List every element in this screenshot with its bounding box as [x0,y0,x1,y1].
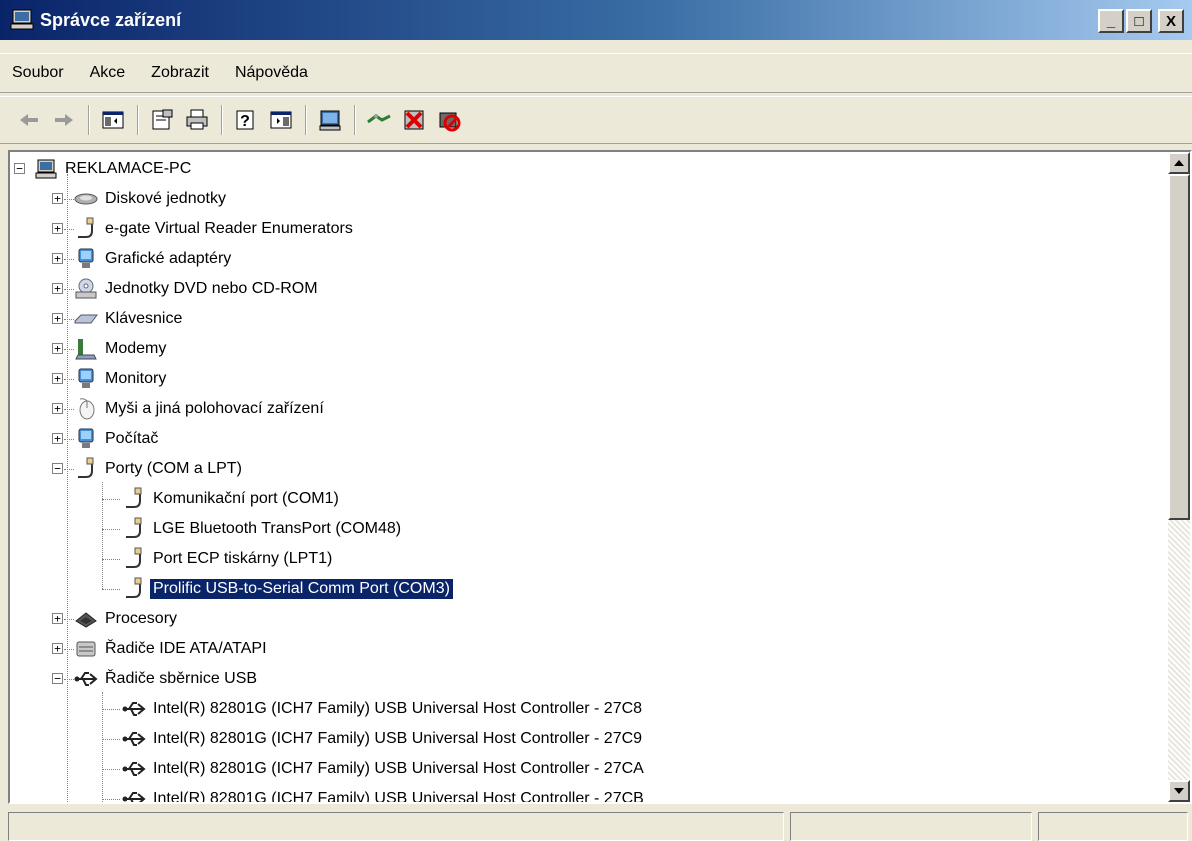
usb-icon [122,727,146,751]
menu-akce[interactable]: Akce [77,64,139,82]
expand-icon[interactable]: + [52,403,63,414]
device-tree: − REKLAMACE-PC + Diskové jednotky + e-ga… [10,152,1166,802]
keyboard-icon [74,307,98,331]
usb-icon [122,787,146,802]
tree-category-usb[interactable]: − Řadiče sběrnice USB [52,664,260,694]
help-icon[interactable]: ? [231,105,261,135]
port-icon [74,457,98,481]
title-bar: Správce zařízení _ □ X [0,0,1192,40]
print-icon[interactable] [182,105,212,135]
expand-icon[interactable]: + [52,613,63,624]
expand-icon[interactable]: + [52,283,63,294]
tree-item-usb-27c8[interactable]: Intel(R) 82801G (ICH7 Family) USB Univer… [102,694,645,724]
computer-icon [34,157,58,181]
expand-icon[interactable]: + [52,253,63,264]
collapse-icon[interactable]: − [52,673,63,684]
tree-category-processors[interactable]: + Procesory [52,604,180,634]
tree-item-usb-27ca[interactable]: Intel(R) 82801G (ICH7 Family) USB Univer… [102,754,647,784]
toolbar-separator [88,105,90,135]
mouse-icon [74,397,98,421]
expand-icon[interactable]: + [52,643,63,654]
uninstall-icon[interactable] [399,105,429,135]
update-driver-icon[interactable] [364,105,394,135]
svg-text:?: ? [240,113,250,130]
status-pane-middle [790,812,1032,841]
minimize-button[interactable]: _ [1098,9,1124,33]
menu-zobrazit[interactable]: Zobrazit [138,64,222,82]
tree-item-com1[interactable]: Komunikační port (COM1) [102,484,342,514]
tree-category-modems[interactable]: + Modemy [52,334,169,364]
scroll-up-button[interactable] [1168,152,1190,174]
expand-icon[interactable]: + [52,433,63,444]
tree-category-ide[interactable]: + Řadiče IDE ATA/ATAPI [52,634,270,664]
close-button[interactable]: X [1158,9,1184,33]
tree-category-monitors[interactable]: + Monitory [52,364,169,394]
forward-icon[interactable] [49,105,79,135]
tree-category-disk-drives[interactable]: + Diskové jednotky [52,184,229,214]
toolbar: ? [0,96,1192,144]
expand-icon[interactable]: + [52,223,63,234]
show-hide-action-pane-icon[interactable] [266,105,296,135]
expand-icon[interactable]: + [52,343,63,354]
menu-napoveda[interactable]: Nápověda [222,64,321,82]
tree-category-ports[interactable]: − Porty (COM a LPT) [52,454,245,484]
usb-icon [74,667,98,691]
port-icon [122,487,146,511]
usb-icon [122,757,146,781]
scan-hardware-icon[interactable] [315,105,345,135]
tree-root-label: REKLAMACE-PC [65,160,192,177]
collapse-icon[interactable]: − [14,163,25,174]
scrollbar-thumb[interactable] [1168,174,1190,520]
expand-icon[interactable]: + [52,373,63,384]
tree-category-computer[interactable]: + Počítač [52,424,161,454]
port-icon [122,547,146,571]
collapse-icon[interactable]: − [52,463,63,474]
tree-category-egate[interactable]: + e-gate Virtual Reader Enumerators [52,214,356,244]
show-hide-console-tree-icon[interactable] [98,105,128,135]
properties-icon[interactable] [147,105,177,135]
toolbar-separator [354,105,356,135]
vertical-scrollbar[interactable] [1168,152,1190,802]
device-tree-panel: − REKLAMACE-PC + Diskové jednotky + e-ga… [8,150,1192,804]
tree-item-usb-27c9[interactable]: Intel(R) 82801G (ICH7 Family) USB Univer… [102,724,645,754]
tree-item-com3[interactable]: Prolific USB-to-Serial Comm Port (COM3) [102,574,454,604]
disable-icon[interactable] [434,105,464,135]
monitor-icon [74,367,98,391]
port-icon [74,217,98,241]
menu-bar: Soubor Akce Zobrazit Nápověda [0,53,1192,93]
tree-category-display-adapters[interactable]: + Grafické adaptéry [52,244,234,274]
window-title: Správce zařízení [40,9,182,30]
port-icon [122,517,146,541]
status-pane-right [1038,812,1188,841]
status-bar [0,808,1192,841]
dvd-drive-icon [74,277,98,301]
back-icon[interactable] [14,105,44,135]
disk-drive-icon [74,187,98,211]
port-icon [122,577,146,601]
expand-icon[interactable]: + [52,313,63,324]
processor-icon [74,607,98,631]
computer-icon [74,427,98,451]
display-adapter-icon [74,247,98,271]
device-manager-icon [10,8,34,32]
tree-category-dvd-drives[interactable]: + Jednotky DVD nebo CD-ROM [52,274,321,304]
tree-item-com48[interactable]: LGE Bluetooth TransPort (COM48) [102,514,404,544]
tree-category-keyboards[interactable]: + Klávesnice [52,304,185,334]
menu-soubor[interactable]: Soubor [0,64,77,82]
status-pane-main [8,812,784,841]
selected-item-label: Prolific USB-to-Serial Comm Port (COM3) [149,578,454,600]
tree-item-usb-27cb[interactable]: Intel(R) 82801G (ICH7 Family) USB Univer… [102,784,647,802]
tree-item-lpt1[interactable]: Port ECP tiskárny (LPT1) [102,544,335,574]
ide-controller-icon [74,637,98,661]
scroll-down-button[interactable] [1168,780,1190,802]
toolbar-separator [305,105,307,135]
modem-icon [74,337,98,361]
tree-category-mice[interactable]: + Myši a jiná polohovací zařízení [52,394,327,424]
tree-root[interactable]: − REKLAMACE-PC [14,154,194,184]
usb-icon [122,697,146,721]
toolbar-separator [137,105,139,135]
toolbar-separator [221,105,223,135]
expand-icon[interactable]: + [52,193,63,204]
maximize-button[interactable]: □ [1126,9,1152,33]
